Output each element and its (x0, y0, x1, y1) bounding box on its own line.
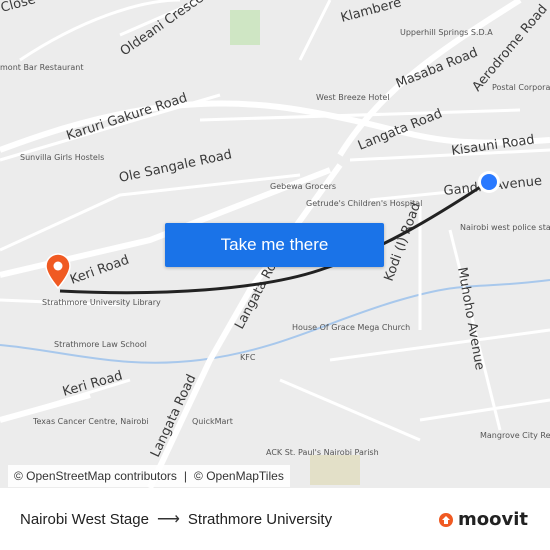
poi-getrudes: Getrude's Children's Hospital (306, 199, 422, 208)
land-area (310, 455, 360, 485)
moovit-logo-icon (439, 512, 453, 527)
poi-kfc: KFC (240, 353, 256, 362)
map-attribution: © OpenStreetMap contributors | © OpenMap… (8, 465, 290, 487)
poi-upperhill-1: Upperhill Springs S.D.A (400, 28, 493, 37)
poi-law-school: Strathmore Law School (54, 340, 147, 349)
poi-strathmore-library: Strathmore University Library (42, 298, 161, 307)
osm-attribution-link[interactable]: © OpenStreetMap contributors (14, 469, 177, 483)
poi-police: Nairobi west police station (460, 223, 550, 232)
poi-mangrove: Mangrove City Restaurant a (480, 431, 550, 440)
poi-west-breeze: West Breeze Hotel (316, 93, 390, 102)
poi-ack: ACK St. Paul's Nairobi Parish (266, 448, 379, 457)
right-arrow-icon: ⟶ (156, 511, 180, 528)
map-view[interactable]: Karuri Gakure Road Ole Sangale Road Lang… (0, 0, 550, 488)
attribution-separator: | (183, 469, 188, 483)
poi-quickmart: QuickMart (192, 417, 233, 426)
poi-texas-cancer: Texas Cancer Centre, Nairobi (32, 417, 149, 426)
poi-mont-bar: mont Bar Restaurant (0, 63, 83, 72)
poi-gebewa: Gebewa Grocers (270, 182, 336, 191)
take-me-there-label: Take me there (220, 235, 329, 254)
moovit-logo-text: moovit (458, 509, 528, 530)
take-me-there-button[interactable]: Take me there (165, 223, 384, 267)
poi-house-of-grace: House Of Grace Mega Church (292, 323, 410, 332)
poi-sunvilla: Sunvilla Girls Hostels (20, 153, 104, 162)
route-origin: Nairobi West Stage (20, 510, 149, 528)
poi-postal: Postal Corpora (492, 83, 550, 92)
route-destination: Strathmore University (187, 510, 333, 528)
park-area (230, 10, 260, 45)
omt-attribution-link[interactable]: © OpenMapTiles (194, 469, 284, 483)
moovit-logo[interactable]: moovit (438, 509, 528, 530)
origin-marker[interactable] (481, 174, 497, 190)
